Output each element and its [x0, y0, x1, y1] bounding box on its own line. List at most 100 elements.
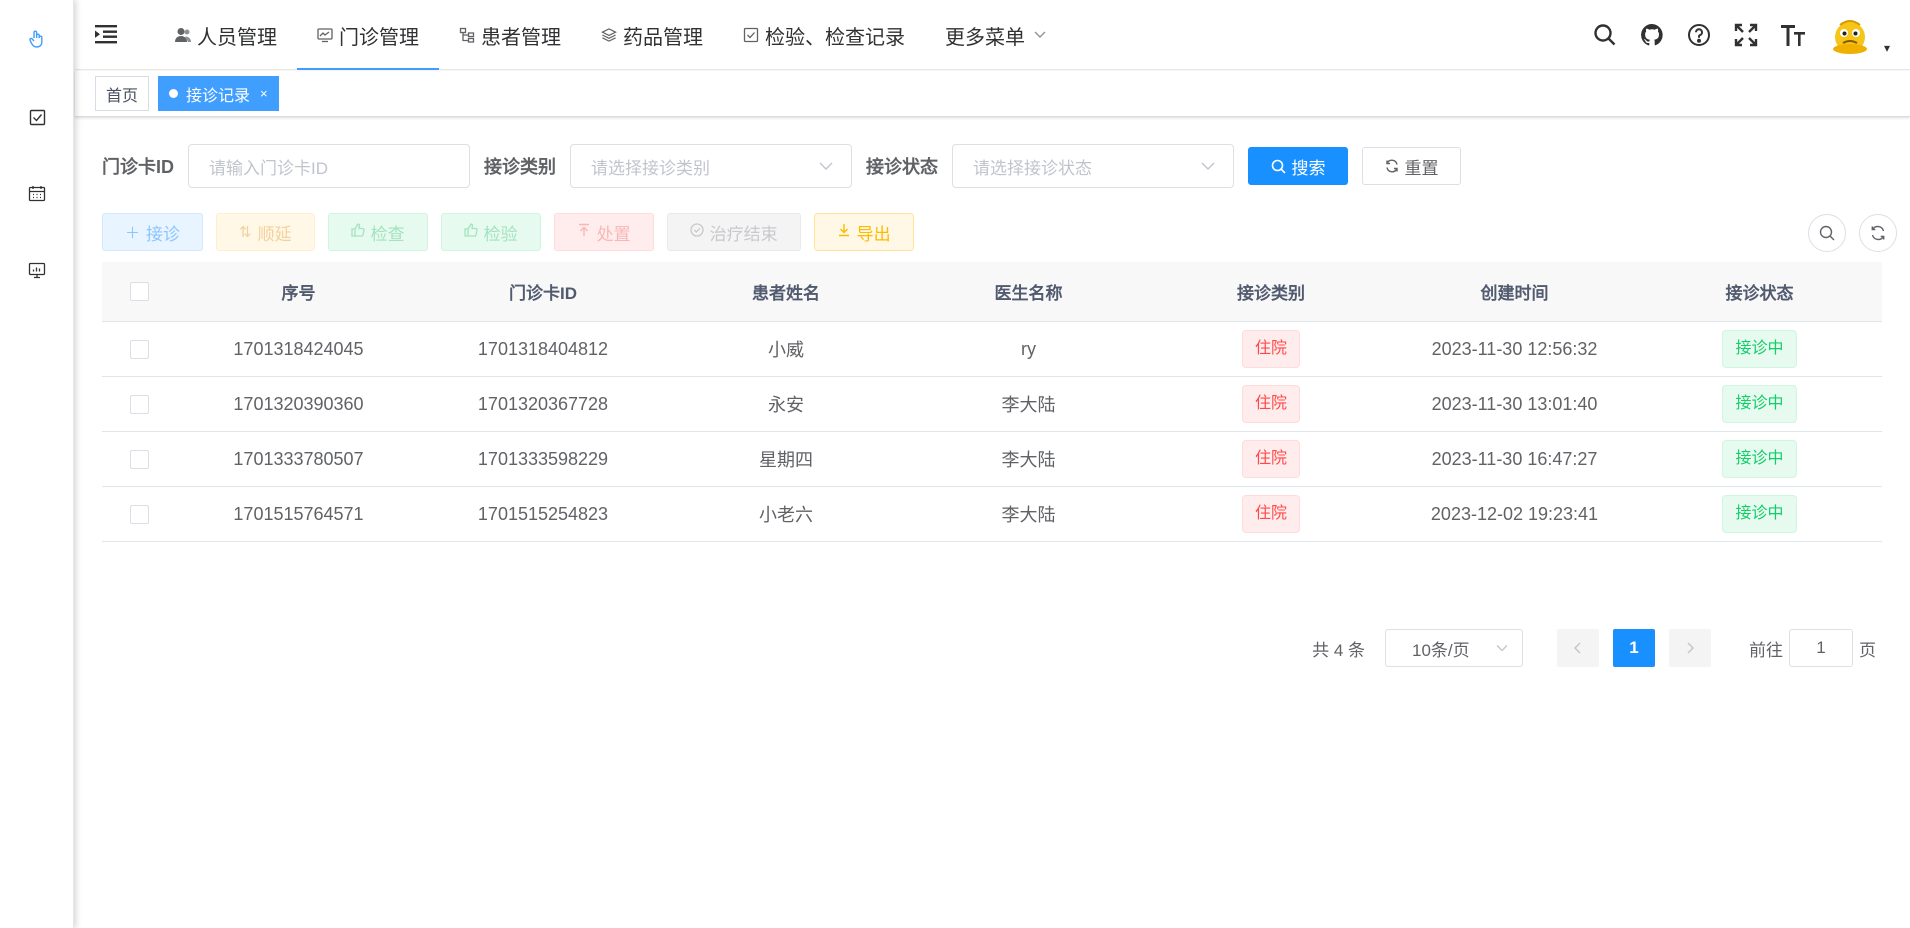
search-button-label: 搜索 [1291, 158, 1326, 178]
cell-status: 接诊中 [1637, 495, 1882, 533]
header-type[interactable]: 接诊类别 [1150, 279, 1392, 304]
avatar-caret-icon[interactable]: ▾ [1884, 41, 1890, 55]
font-size-icon[interactable] [1780, 22, 1806, 48]
menu-drugs[interactable]: 药品管理 [581, 0, 723, 70]
cell-status: 接诊中 [1637, 385, 1882, 423]
search-button[interactable]: 搜索 [1248, 147, 1348, 185]
prev-page-button[interactable] [1557, 629, 1599, 667]
tag-current-label: 接诊记录 [186, 87, 251, 105]
header-status[interactable]: 接诊状态 [1637, 279, 1882, 304]
card-id-input[interactable]: 请输入门诊卡ID [188, 144, 470, 188]
avatar[interactable] [1830, 15, 1870, 55]
cell-created: 2023-11-30 13:01:40 [1431, 393, 1598, 414]
navbar: 人员管理 门诊管理 患者管理 药品管理 检验、检查记录 更多菜单 ▾ [75, 0, 1910, 70]
table-header: 序号 门诊卡ID 患者姓名 医生名称 接诊类别 创建时间 接诊状态 [102, 262, 1882, 322]
chevron-down-icon [1496, 645, 1508, 652]
cell-serial: 1701320390360 [233, 393, 364, 414]
header-serial[interactable]: 序号 [176, 279, 421, 304]
postpone-button[interactable]: ⇅ 顺延 [216, 213, 315, 251]
tags-view: 首页 接诊记录 × [75, 71, 1910, 117]
status-badge: 接诊中 [1722, 440, 1797, 478]
question-icon[interactable] [1686, 22, 1712, 48]
refresh-icon [1385, 159, 1399, 173]
hamburger-icon[interactable] [95, 24, 117, 46]
menu-more-label: 更多菜单 [945, 26, 1025, 49]
page-size-value: 10条/页 [1412, 640, 1470, 660]
github-icon[interactable] [1639, 22, 1665, 48]
goto-page-input[interactable]: 1 [1789, 629, 1853, 667]
type-select[interactable]: 请选择接诊类别 [570, 144, 852, 188]
test-button-label: 检验 [483, 224, 518, 244]
select-all-cell [102, 282, 176, 301]
menu-exam-records[interactable]: 检验、检查记录 [723, 0, 925, 70]
export-button[interactable]: 导出 [813, 213, 914, 251]
header-doctor[interactable]: 医生名称 [907, 279, 1150, 304]
exam-button[interactable]: 检查 [327, 213, 428, 251]
card-id-placeholder: 请输入门诊卡ID [209, 158, 328, 178]
page-size-select[interactable]: 10条/页 [1385, 629, 1523, 667]
status-select[interactable]: 请选择接诊状态 [952, 144, 1234, 188]
cell-serial: 1701333780507 [233, 448, 364, 469]
row-checkbox[interactable] [129, 394, 149, 414]
exam-button-label: 检查 [370, 224, 405, 244]
records-table: 序号 门诊卡ID 患者姓名 医生名称 接诊类别 创建时间 接诊状态 170131… [102, 262, 1882, 542]
cell-type: 住院 [1150, 385, 1392, 423]
calendar-icon[interactable] [26, 182, 48, 204]
search-form: 门诊卡ID 请输入门诊卡ID 接诊类别 请选择接诊类别 接诊状态 请选择接诊状态… [102, 144, 1461, 188]
test-button[interactable]: 检验 [440, 213, 541, 251]
thumb-icon [350, 223, 365, 241]
header-patient[interactable]: 患者姓名 [665, 279, 907, 304]
row-checkbox[interactable] [129, 504, 149, 524]
chevron-down-icon [1033, 27, 1049, 43]
cell-created: 2023-11-30 16:47:27 [1431, 448, 1598, 469]
status-label: 接诊状态 [866, 157, 938, 177]
menu-staff[interactable]: 人员管理 [155, 0, 297, 70]
circle-check-icon [689, 223, 704, 241]
select-all-checkbox[interactable] [129, 282, 149, 301]
next-page-button[interactable] [1669, 629, 1711, 667]
thumb-icon [463, 223, 478, 241]
type-badge: 住院 [1241, 330, 1300, 368]
top-menu: 人员管理 门诊管理 患者管理 药品管理 检验、检查记录 更多菜单 [155, 0, 1069, 70]
download-icon [837, 223, 851, 241]
row-checkbox-cell [102, 339, 176, 359]
checkbox-icon[interactable] [26, 106, 48, 128]
type-label: 接诊类别 [484, 157, 556, 177]
end-treatment-button-label: 治疗结束 [709, 224, 778, 244]
goto-label: 前往 [1749, 640, 1783, 660]
pointer-icon[interactable] [26, 28, 48, 50]
toggle-search-button[interactable] [1808, 214, 1846, 252]
row-checkbox[interactable] [129, 449, 149, 469]
tag-home[interactable]: 首页 [95, 76, 150, 111]
menu-patients[interactable]: 患者管理 [439, 0, 581, 70]
tag-current[interactable]: 接诊记录 × [158, 76, 279, 111]
active-dot-icon [169, 89, 178, 98]
header-created[interactable]: 创建时间 [1392, 279, 1637, 304]
refresh-button[interactable] [1859, 214, 1897, 252]
cell-serial: 1701515764571 [233, 503, 364, 524]
menu-more[interactable]: 更多菜单 [925, 0, 1069, 70]
table-row[interactable]: 1701333780507 1701333598229 星期四 李大陆 住院 2… [102, 432, 1882, 487]
table-row[interactable]: 1701515764571 1701515254823 小老六 李大陆 住院 2… [102, 487, 1882, 542]
header-card-id[interactable]: 门诊卡ID [421, 279, 665, 304]
fullscreen-icon[interactable] [1733, 22, 1759, 48]
close-icon[interactable]: × [260, 86, 268, 101]
search-icon[interactable] [1592, 22, 1618, 48]
page-number-button[interactable]: 1 [1613, 629, 1655, 667]
cell-type: 住院 [1150, 440, 1392, 478]
search-icon [1271, 159, 1286, 174]
table-row[interactable]: 1701320390360 1701320367728 永安 李大陆 住院 20… [102, 377, 1882, 432]
cell-status: 接诊中 [1637, 330, 1882, 368]
reset-button-label: 重置 [1404, 158, 1439, 178]
pagination: 共 4 条 10条/页 1 前往 1 页 [1312, 628, 1876, 668]
monitor-chart-icon[interactable] [26, 259, 48, 281]
row-checkbox[interactable] [129, 339, 149, 359]
menu-outpatient[interactable]: 门诊管理 [297, 0, 439, 70]
reset-button[interactable]: 重置 [1362, 147, 1461, 185]
cell-card-id: 1701515254823 [477, 503, 609, 524]
table-row[interactable]: 1701318424045 1701318404812 小威 ry 住院 202… [102, 322, 1882, 377]
admit-button[interactable]: ＋ 接诊 [102, 213, 204, 251]
dispose-button[interactable]: 处置 [553, 213, 654, 251]
end-treatment-button[interactable]: 治疗结束 [666, 213, 801, 251]
type-badge: 住院 [1241, 385, 1300, 423]
